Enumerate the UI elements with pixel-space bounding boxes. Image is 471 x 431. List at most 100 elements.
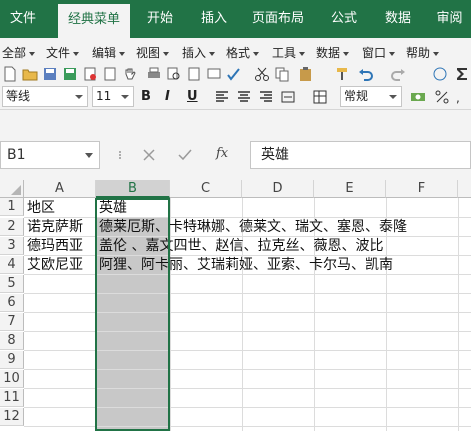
hand-icon[interactable]	[122, 66, 138, 82]
align-center-icon[interactable]	[236, 89, 252, 105]
print-icon[interactable]	[146, 66, 162, 82]
tab-home[interactable]: 开始	[138, 0, 182, 38]
cell-style-icon[interactable]	[312, 89, 328, 105]
menu-format[interactable]: 格式	[226, 44, 260, 61]
row-header-9[interactable]: 9	[0, 351, 24, 369]
insert-function-button[interactable]: fx	[216, 146, 228, 161]
row-header-5[interactable]: 5	[0, 275, 24, 293]
select-all-corner[interactable]	[0, 180, 24, 198]
menu-view[interactable]: 视图	[136, 44, 170, 61]
row-header-3[interactable]: 3	[0, 237, 24, 255]
menu-window[interactable]: 窗口	[362, 44, 396, 61]
column-header-e[interactable]: E	[314, 180, 386, 198]
cell-b1[interactable]: 英雄	[96, 199, 127, 217]
formula-buttons: fx	[108, 141, 248, 169]
permission-icon[interactable]	[82, 66, 98, 82]
tab-data[interactable]: 数据	[376, 0, 420, 38]
row-header-2[interactable]: 2	[0, 218, 24, 236]
row-header-6[interactable]: 6	[0, 294, 24, 312]
cell-b2[interactable]: 德莱厄斯、卡特琳娜、德莱文、瑞文、塞恩、泰隆	[96, 218, 407, 236]
gridline	[24, 274, 471, 275]
column-header-d[interactable]: D	[242, 180, 314, 198]
menu-data[interactable]: 数据	[316, 44, 350, 61]
gridline	[24, 388, 471, 389]
gridline	[458, 198, 459, 431]
tab-insert[interactable]: 插入	[192, 0, 236, 38]
redo-icon[interactable]	[390, 66, 406, 82]
page-setup-icon[interactable]	[186, 66, 202, 82]
row-header-10[interactable]: 10	[0, 370, 24, 388]
cell-a3[interactable]: 德玛西亚	[24, 237, 83, 255]
column-header-f[interactable]: F	[386, 180, 458, 198]
menu-all[interactable]: 全部	[2, 44, 36, 61]
research-icon[interactable]	[206, 66, 222, 82]
tab-page-layout[interactable]: 页面布局	[244, 0, 312, 38]
menu-help[interactable]: 帮助	[406, 44, 440, 61]
confirm-check-icon[interactable]	[178, 148, 192, 162]
chevron-down-icon	[121, 95, 129, 99]
column-header-g-partial[interactable]	[458, 180, 471, 198]
align-left-icon[interactable]	[214, 89, 230, 105]
gridline	[24, 350, 471, 351]
percent-format-icon[interactable]	[434, 89, 450, 105]
tab-formulas[interactable]: 公式	[322, 0, 366, 38]
copy-icon[interactable]	[274, 66, 290, 82]
gridline	[24, 426, 471, 427]
row-header-11[interactable]: 11	[0, 389, 24, 407]
format-painter-icon[interactable]	[334, 66, 350, 82]
spell-check-icon[interactable]	[226, 66, 242, 82]
menu-tools[interactable]: 工具	[272, 44, 306, 61]
tab-review[interactable]: 审阅	[428, 0, 471, 38]
open-folder-icon[interactable]	[22, 66, 38, 82]
cell-b3[interactable]: 盖伦 、嘉文四世、赵信、拉克丝、薇恩、波比	[96, 237, 383, 255]
worksheet-grid[interactable]: A B C D E F 1 2 3 4 5 6 7 8 9 10 11 12 地…	[0, 180, 471, 431]
ribbon-tab-bar: 文件 经典菜单 开始 插入 页面布局 公式 数据 审阅	[0, 0, 471, 38]
row-header-7[interactable]: 7	[0, 313, 24, 331]
tab-file[interactable]: 文件	[0, 0, 46, 38]
hyperlink-icon[interactable]	[432, 66, 448, 82]
paste-icon[interactable]	[298, 66, 314, 82]
font-size-select[interactable]: 11	[92, 86, 134, 107]
underline-button[interactable]: U	[187, 89, 198, 104]
print-preview-icon[interactable]	[166, 66, 182, 82]
drag-handle-icon[interactable]	[116, 150, 124, 160]
name-box[interactable]: B1	[0, 141, 100, 169]
menu-insert[interactable]: 插入	[182, 44, 216, 61]
tab-classic-menu[interactable]: 经典菜单	[58, 4, 130, 38]
comma-style-icon[interactable]: ,	[454, 89, 470, 105]
chevron-down-icon	[29, 51, 36, 56]
undo-icon[interactable]	[358, 66, 374, 82]
menu-file[interactable]: 文件	[46, 44, 80, 61]
formula-input[interactable]: 英雄	[250, 141, 471, 169]
cell-a1[interactable]: 地区	[24, 199, 55, 217]
autosum-icon[interactable]	[454, 66, 470, 82]
currency-format-icon[interactable]	[410, 89, 426, 105]
cut-icon[interactable]	[254, 66, 270, 82]
new-document-icon[interactable]	[2, 66, 18, 82]
row-header-12[interactable]: 12	[0, 408, 24, 426]
row-header-1[interactable]: 1	[0, 198, 24, 216]
italic-button[interactable]: I	[165, 89, 170, 104]
chevron-down-icon	[253, 51, 260, 56]
gridline	[24, 312, 471, 313]
cell-a4[interactable]: 艾欧尼亚	[24, 256, 83, 274]
bold-button[interactable]: B	[141, 89, 151, 104]
merge-center-icon[interactable]	[280, 89, 296, 105]
number-format-select[interactable]: 常规	[340, 86, 402, 107]
gridline	[24, 331, 471, 332]
cell-b4[interactable]: 阿狸、阿卡丽、艾瑞莉娅、亚索、卡尔马、凯南	[96, 256, 393, 274]
column-header-b[interactable]: B	[96, 180, 170, 198]
font-name-select[interactable]: 等线	[2, 86, 88, 107]
document-icon[interactable]	[102, 66, 118, 82]
cancel-icon[interactable]	[142, 148, 156, 162]
align-right-icon[interactable]	[258, 89, 274, 105]
menu-edit[interactable]: 编辑	[92, 44, 126, 61]
row-header-4[interactable]: 4	[0, 256, 24, 274]
column-header-c[interactable]: C	[170, 180, 242, 198]
cell-a2[interactable]: 诺克萨斯	[24, 218, 83, 236]
standard-toolbar	[0, 64, 471, 84]
save-as-icon[interactable]	[62, 66, 78, 82]
save-icon[interactable]	[42, 66, 58, 82]
row-header-8[interactable]: 8	[0, 332, 24, 350]
column-header-a[interactable]: A	[24, 180, 96, 198]
